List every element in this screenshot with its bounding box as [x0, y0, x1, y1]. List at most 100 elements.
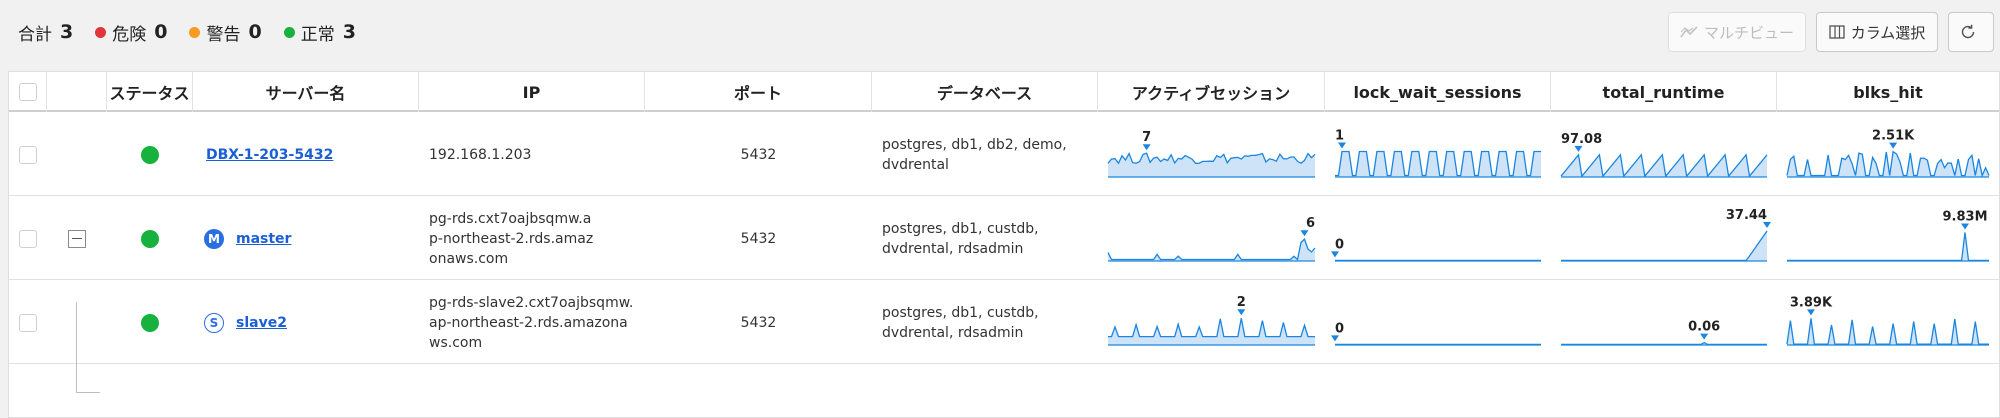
summary-danger-label: 危険	[112, 24, 147, 45]
ip-cell: pg-rds-slave2.cxt7oajbsqmw.ap-northeast-…	[429, 294, 634, 351]
lock-wait-sessions-column-header[interactable]: lock_wait_sessions	[1325, 72, 1551, 112]
total-runtime-sparkline: 0.06	[1561, 320, 1767, 346]
summary-warning-label: 警告	[206, 24, 241, 45]
sparkline-line	[1561, 341, 1767, 346]
sparkline-area	[1787, 318, 1989, 345]
blks-hit-sparkline: 3.89K	[1786, 295, 1989, 346]
normal-dot-icon	[283, 26, 295, 38]
total-runtime-column-header[interactable]: total_runtime	[1551, 72, 1777, 112]
server-name-cell: M master	[193, 197, 419, 280]
multiview-label: マルチビュー	[1703, 23, 1794, 42]
summary-normal-count: 3	[342, 21, 356, 43]
blks-hit-sparkline: 9.83M	[1787, 210, 1989, 262]
peak-value-label: 6	[1306, 216, 1315, 231]
summary-total: 合計 3	[18, 20, 73, 45]
summary-normal-label: 正常	[300, 24, 335, 45]
multiview-button[interactable]: マルチビュー	[1668, 12, 1806, 52]
peak-value-label: 9.83M	[1943, 210, 1988, 225]
sparkline-line	[1786, 318, 1989, 345]
server-link[interactable]: master	[236, 231, 291, 247]
table-row[interactable]: DBX-1-203-5432 192.168.1.203 5432 postgr…	[9, 113, 1999, 196]
summary-warning-count: 0	[248, 21, 262, 43]
status-summary: 合計 3 危険 0 警告 0 正常 3	[18, 20, 378, 45]
peak-value-label: 3.89K	[1790, 295, 1833, 310]
server-link[interactable]: DBX-1-203-5432	[206, 147, 333, 163]
peak-value-label: 0	[1335, 237, 1344, 252]
server-link[interactable]: slave2	[236, 315, 287, 331]
blks-hit-sparkline: 2.51K	[1786, 129, 1990, 178]
status-normal-icon	[141, 145, 159, 164]
tree-toggle-cell	[47, 197, 107, 280]
row-select-cell	[9, 113, 47, 196]
warning-dot-icon	[189, 26, 201, 38]
sparkline-area	[1108, 153, 1315, 177]
tree-column-header	[47, 72, 107, 112]
sparkline-area	[1561, 231, 1767, 261]
lock-wait-sparkline: 0	[1331, 237, 1541, 262]
sparkline-line	[1107, 238, 1316, 261]
blks-hit-column-header[interactable]: blks_hit	[1777, 72, 1999, 112]
collapse-icon[interactable]	[68, 229, 86, 248]
tree-connector-vertical	[76, 302, 77, 393]
sparkline-line	[1561, 230, 1768, 262]
port-cell: 5432	[740, 314, 777, 331]
database-column-header[interactable]: データベース	[872, 72, 1098, 112]
master-role-icon: M	[204, 228, 224, 249]
status-normal-icon	[141, 313, 159, 332]
active-sessions-sparkline: 2	[1108, 295, 1315, 346]
port-cell: 5432	[740, 146, 777, 163]
row-select-cell	[9, 197, 47, 280]
lock-wait-sparkline: 0	[1331, 321, 1541, 346]
columns-icon	[1829, 25, 1845, 39]
total-runtime-sparkline: 97.08	[1560, 132, 1768, 178]
peak-value-label: 0	[1335, 321, 1344, 336]
table-row[interactable]: S slave2 pg-rds-slave2.cxt7oajbsqmw.ap-n…	[9, 281, 1999, 364]
status-cell	[107, 113, 193, 196]
select-all-cell	[9, 72, 47, 112]
lock-wait-sparkline: 1	[1335, 129, 1541, 178]
ip-column-header[interactable]: IP	[419, 72, 645, 112]
summary-total-label: 合計	[18, 24, 52, 45]
peak-value-label: 7	[1142, 130, 1151, 145]
status-normal-icon	[141, 229, 159, 248]
row-checkbox[interactable]	[19, 145, 37, 164]
server-name-cell: DBX-1-203-5432	[193, 113, 419, 196]
select-all-checkbox[interactable]	[18, 83, 37, 101]
server-table: ステータス サーバー名 IP ポート データベース アクティブセッション loc…	[8, 71, 2000, 418]
tree-line-cell	[47, 281, 107, 364]
peak-value-label: 2.51K	[1872, 129, 1915, 144]
ip-cell: 192.168.1.203	[429, 146, 532, 163]
peak-value-label: 0.06	[1688, 320, 1720, 335]
status-column-header[interactable]: ステータス	[107, 72, 193, 112]
port-cell: 5432	[740, 230, 777, 247]
peak-value-label: 2	[1237, 295, 1246, 310]
multiview-icon	[1680, 26, 1698, 38]
column-select-label: カラム選択	[1850, 23, 1926, 42]
active-sessions-sparkline: 6	[1107, 216, 1316, 262]
refresh-icon	[1961, 24, 1975, 39]
sparkline-area	[1108, 239, 1315, 261]
sparkline-line	[1787, 232, 1989, 262]
database-cell: postgres, db1, custdb, dvdrental, rdsadm…	[882, 304, 1039, 341]
summary-normal: 正常 3	[283, 20, 356, 45]
active-sessions-column-header[interactable]: アクティブセッション	[1098, 72, 1325, 112]
table-row[interactable]: M master pg-rds.cxt7oajbsqmw.ap-northeas…	[9, 197, 1999, 280]
slave-role-icon: S	[204, 312, 224, 333]
row-checkbox[interactable]	[19, 313, 37, 332]
server-name-cell: S slave2	[193, 281, 419, 364]
column-select-button[interactable]: カラム選択	[1816, 12, 1938, 52]
summary-danger: 危険 0	[95, 20, 167, 45]
database-cell: postgres, db1, db2, demo, dvdrental	[882, 136, 1067, 173]
peak-value-label: 37.44	[1726, 208, 1767, 223]
active-sessions-sparkline: 7	[1107, 130, 1316, 178]
total-runtime-sparkline: 37.44	[1561, 208, 1771, 262]
tree-connector-horizontal	[76, 392, 100, 393]
server-name-column-header[interactable]: サーバー名	[193, 72, 419, 112]
database-cell: postgres, db1, custdb, dvdrental, rdsadm…	[882, 220, 1039, 257]
refresh-button[interactable]	[1948, 12, 1994, 52]
row-checkbox[interactable]	[19, 229, 37, 248]
port-column-header[interactable]: ポート	[645, 72, 872, 112]
summary-danger-count: 0	[154, 21, 168, 43]
peak-value-label: 97.08	[1561, 132, 1602, 147]
status-cell	[107, 197, 193, 280]
